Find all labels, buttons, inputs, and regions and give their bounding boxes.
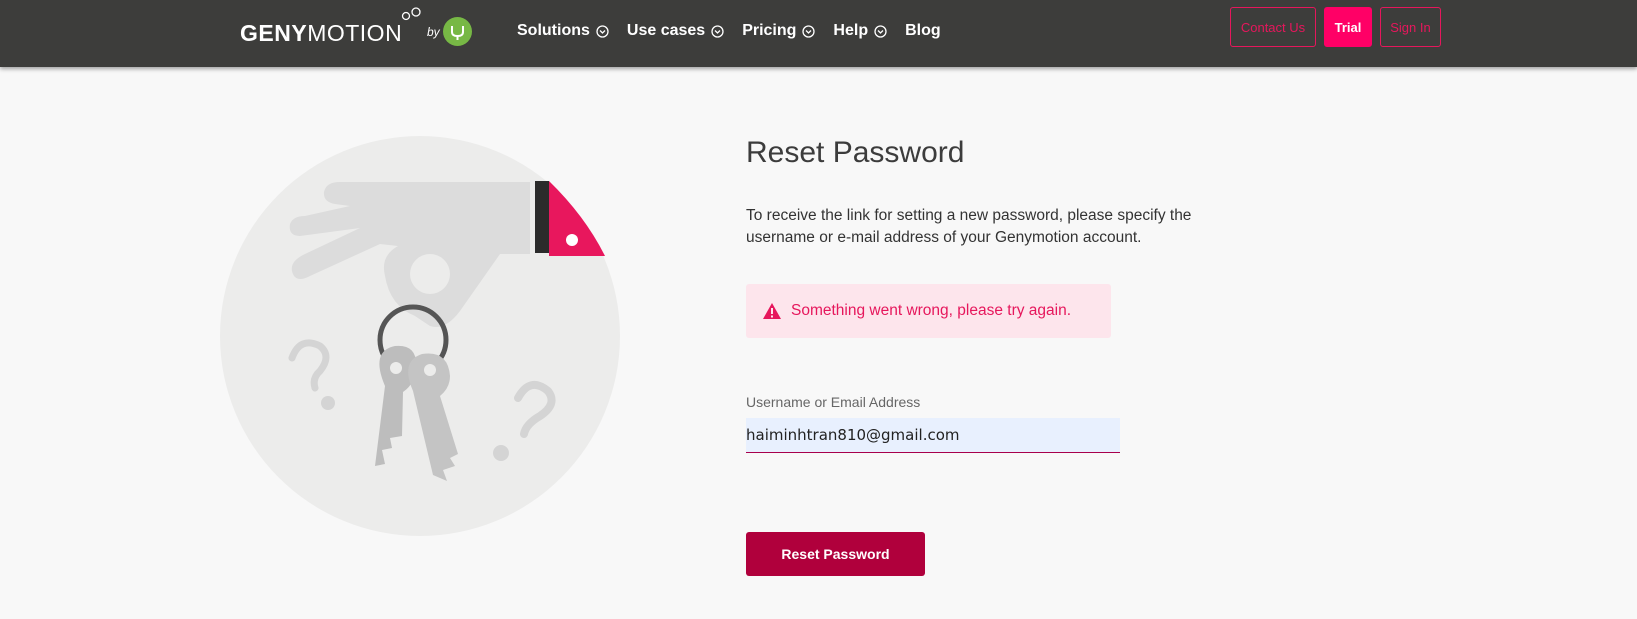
username-email-label: Username or Email Address [746, 394, 921, 410]
nav-item-use-cases[interactable]: Use cases [627, 22, 724, 40]
instructions-text: To receive the link for setting a new pa… [746, 207, 1192, 246]
error-message: Something went wrong, please try again. [791, 302, 1072, 319]
nav-item-solutions[interactable]: Solutions [517, 22, 609, 40]
chevron-down-icon [711, 24, 724, 38]
main-nav: Solutions Use cases Pricing Help Blog [517, 22, 959, 40]
error-alert: Something went wrong, please try again. [746, 284, 1111, 338]
top-navigation-bar: GENY MOTION by Solutions Use cases Pricin… [0, 0, 1637, 67]
chevron-down-icon [874, 24, 887, 38]
nav-item-blog[interactable]: Blog [905, 22, 941, 40]
trial-button[interactable]: Trial [1324, 7, 1372, 47]
username-email-input[interactable] [746, 418, 1120, 453]
genymotion-logo[interactable]: GENY MOTION by [240, 7, 472, 49]
logo-by-text: by [427, 25, 440, 39]
nav-item-pricing[interactable]: Pricing [742, 22, 816, 40]
nav-item-label: Pricing [742, 22, 797, 39]
nav-item-label: Help [833, 22, 869, 39]
logo-dots-icon [401, 7, 425, 24]
contact-us-button[interactable]: Contact Us [1230, 7, 1316, 47]
page-title: Reset Password [746, 136, 965, 169]
logo-text-bold: GENY [240, 19, 308, 46]
nav-item-label: Solutions [517, 22, 590, 39]
genymobile-badge-icon [443, 17, 472, 46]
hand-holding-keys-illustration [220, 136, 620, 536]
warning-icon [763, 303, 781, 319]
reset-password-button[interactable]: Reset Password [746, 532, 925, 576]
logo-text-light: MOTION [307, 19, 403, 46]
chevron-down-icon [596, 24, 609, 38]
nav-item-label: Use cases [626, 22, 706, 39]
nav-item-help[interactable]: Help [833, 22, 887, 40]
chevron-down-icon [802, 24, 816, 38]
nav-item-label: Blog [905, 22, 941, 39]
sign-in-button[interactable]: Sign In [1380, 7, 1441, 47]
